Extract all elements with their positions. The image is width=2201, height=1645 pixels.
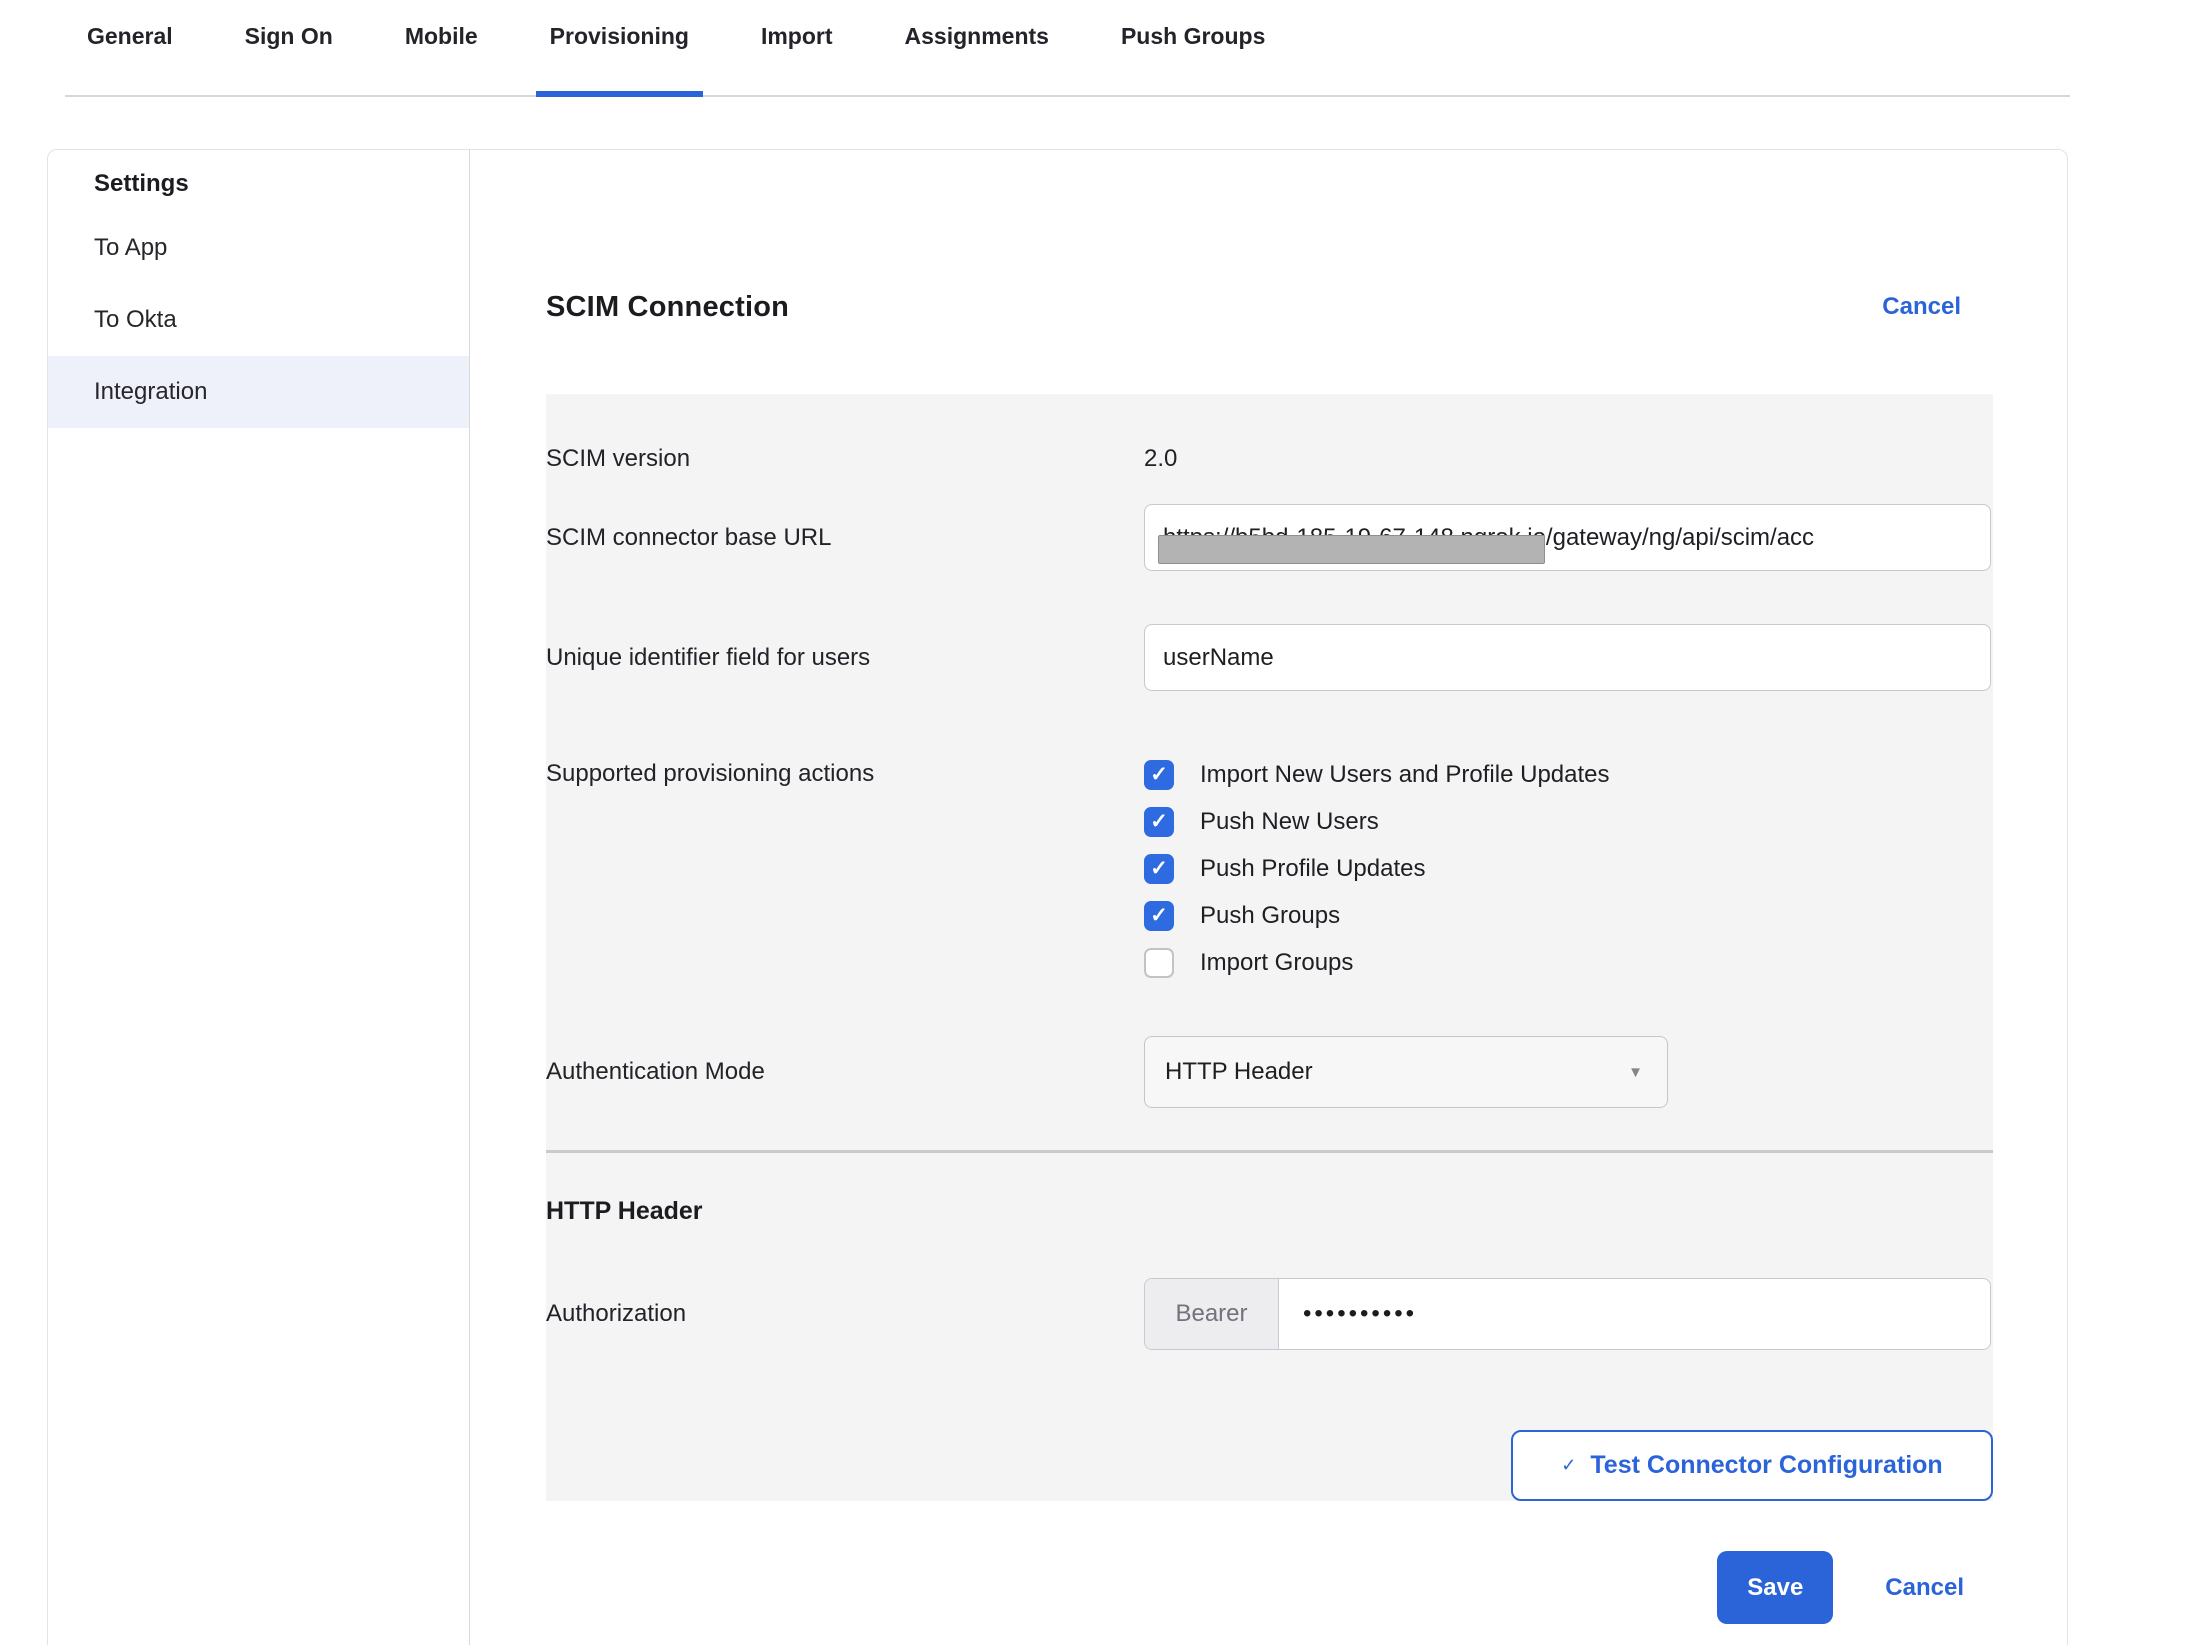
authorization-token-input[interactable]: •••••••••• [1279,1279,1990,1349]
provisioning-actions-list: ✓ Import New Users and Profile Updates ✓… [1144,751,1610,986]
authentication-mode-label: Authentication Mode [546,1058,1144,1086]
checkbox-label: Import New Users and Profile Updates [1200,761,1610,789]
footer-actions: Save Cancel [546,1551,1993,1624]
base-url-value: https://b5bd-185-19-67-148.ngrok.io/gate… [1163,524,1814,552]
action-push-new-users[interactable]: ✓ Push New Users [1144,798,1610,845]
checkbox-push-new-users[interactable]: ✓ [1144,807,1174,837]
test-connector-configuration-button[interactable]: ✓ Test Connector Configuration [1511,1430,1993,1501]
check-icon: ✓ [1561,1455,1576,1476]
tab-mobile[interactable]: Mobile [391,23,492,95]
authorization-input-group: Bearer •••••••••• [1144,1278,1991,1350]
checkbox-label: Push New Users [1200,808,1379,836]
check-icon: ✓ [1150,905,1168,926]
heading-row: SCIM Connection Cancel [546,278,1961,336]
base-url-visible-segment: /gateway/ng/api/scim/acc [1546,524,1814,551]
tab-general[interactable]: General [73,23,187,95]
authorization-label: Authorization [546,1300,1144,1328]
unique-identifier-value: userName [1163,644,1274,672]
check-icon: ✓ [1150,811,1168,832]
checkbox-label: Import Groups [1200,949,1353,977]
tab-assignments[interactable]: Assignments [891,23,1063,95]
app-viewport: General Sign On Mobile Provisioning Impo… [0,0,2201,1645]
unique-identifier-label: Unique identifier field for users [546,644,1144,672]
bearer-prefix: Bearer [1145,1279,1279,1349]
app-tabbar: General Sign On Mobile Provisioning Impo… [65,0,2070,97]
action-push-groups[interactable]: ✓ Push Groups [1144,892,1610,939]
tab-provisioning[interactable]: Provisioning [536,23,703,95]
provisioning-card: Settings To App To Okta Integration SCIM… [47,149,2068,1645]
base-url-row: SCIM connector base URL https://b5bd-185… [546,504,1993,571]
authentication-mode-select[interactable]: HTTP Header ▼ [1144,1036,1668,1108]
checkbox-push-profile-updates[interactable]: ✓ [1144,854,1174,884]
cancel-link-bottom[interactable]: Cancel [1885,1574,1964,1602]
chevron-down-icon: ▼ [1628,1064,1643,1081]
page-title: SCIM Connection [546,291,789,324]
checkbox-import-groups[interactable]: ✓ [1144,948,1174,978]
tab-push-groups[interactable]: Push Groups [1107,23,1279,95]
authentication-mode-row: Authentication Mode HTTP Header ▼ [546,1036,1993,1108]
check-icon: ✓ [1150,764,1168,785]
authentication-mode-value: HTTP Header [1165,1058,1313,1086]
provisioning-actions-label: Supported provisioning actions [546,751,1144,788]
checkbox-label: Push Groups [1200,902,1340,930]
cancel-link-top[interactable]: Cancel [1882,293,1961,321]
unique-identifier-row: Unique identifier field for users userNa… [546,624,1993,691]
scim-connection-main: SCIM Connection Cancel SCIM version 2.0 … [470,150,2067,1645]
base-url-redacted-segment: https://b5bd-185-19-67-148.ngrok.io [1163,524,1546,551]
test-button-label: Test Connector Configuration [1590,1451,1942,1480]
action-push-profile-updates[interactable]: ✓ Push Profile Updates [1144,845,1610,892]
provisioning-actions-row: Supported provisioning actions ✓ Import … [546,751,1993,986]
authorization-row: Authorization Bearer •••••••••• [546,1278,1993,1350]
tab-sign-on[interactable]: Sign On [231,23,347,95]
scim-version-label: SCIM version [546,445,1144,473]
save-button[interactable]: Save [1717,1551,1833,1624]
sidebar-title: Settings [48,150,469,212]
sidebar-item-integration[interactable]: Integration [48,356,469,428]
scim-version-row: SCIM version 2.0 [546,436,1993,482]
sidebar-item-to-app[interactable]: To App [48,212,469,284]
action-import-groups[interactable]: ✓ Import Groups [1144,939,1610,986]
action-import-new-users[interactable]: ✓ Import New Users and Profile Updates [1144,751,1610,798]
base-url-input[interactable]: https://b5bd-185-19-67-148.ngrok.io/gate… [1144,504,1991,571]
base-url-label: SCIM connector base URL [546,524,1144,552]
tab-import[interactable]: Import [747,23,847,95]
scim-settings-panel: SCIM version 2.0 SCIM connector base URL… [546,394,1993,1150]
settings-sidebar: Settings To App To Okta Integration [48,150,470,1645]
checkbox-label: Push Profile Updates [1200,855,1425,883]
unique-identifier-input[interactable]: userName [1144,624,1991,691]
checkbox-import-new-users[interactable]: ✓ [1144,760,1174,790]
scim-version-value: 2.0 [1144,445,1177,473]
sidebar-item-to-okta[interactable]: To Okta [48,284,469,356]
checkbox-push-groups[interactable]: ✓ [1144,901,1174,931]
http-header-panel: HTTP Header Authorization Bearer •••••••… [546,1153,1993,1501]
http-header-title: HTTP Header [546,1197,1993,1226]
check-icon: ✓ [1150,858,1168,879]
